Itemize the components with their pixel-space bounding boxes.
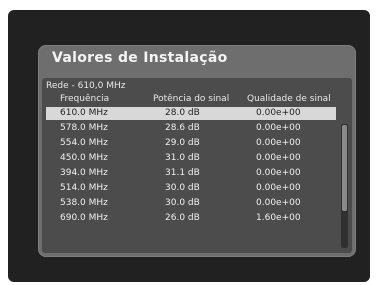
- frequency-cell: 514.0 MHz: [60, 183, 108, 193]
- frequency-cell: 538.0 MHz: [60, 198, 108, 208]
- power-cell: 29.0 dB: [165, 138, 200, 148]
- table-row[interactable]: 514.0 MHz 30.0 dB 0.00e+00: [46, 182, 336, 195]
- header-signal-power: Potência do sinal: [153, 94, 230, 104]
- power-cell: 26.0 dB: [165, 213, 200, 223]
- power-cell: 28.0 dB: [165, 108, 200, 118]
- quality-cell: 0.00e+00: [256, 108, 301, 118]
- power-cell: 31.0 dB: [165, 153, 200, 163]
- installation-values-dialog: Valores de Instalação Rede - 610,0 MHz F…: [38, 45, 356, 257]
- header-frequency: Frequência: [60, 94, 110, 104]
- table-scrollbar[interactable]: [341, 124, 348, 248]
- tv-screen: Valores de Instalação Rede - 610,0 MHz F…: [8, 10, 370, 282]
- power-cell: 30.0 dB: [165, 198, 200, 208]
- table-row[interactable]: 690.0 MHz 26.0 dB 1.60e+00: [46, 212, 336, 225]
- dialog-title: Valores de Instalação: [52, 50, 228, 66]
- quality-cell: 0.00e+00: [256, 183, 301, 193]
- table-row[interactable]: 538.0 MHz 30.0 dB 0.00e+00: [46, 197, 336, 210]
- quality-cell: 0.00e+00: [256, 138, 301, 148]
- quality-cell: 0.00e+00: [256, 153, 301, 163]
- quality-cell: 0.00e+00: [256, 168, 301, 178]
- power-cell: 30.0 dB: [165, 183, 200, 193]
- power-cell: 28.6 dB: [165, 123, 200, 133]
- frequency-cell: 578.0 MHz: [60, 123, 108, 133]
- frequency-cell: 690.0 MHz: [60, 213, 108, 223]
- frequency-cell: 610.0 MHz: [60, 108, 108, 118]
- quality-cell: 1.60e+00: [256, 213, 301, 223]
- scrollbar-thumb[interactable]: [342, 125, 347, 211]
- power-cell: 31.1 dB: [165, 168, 200, 178]
- table-row[interactable]: 554.0 MHz 29.0 dB 0.00e+00: [46, 137, 336, 150]
- table-row[interactable]: 394.0 MHz 31.1 dB 0.00e+00: [46, 167, 336, 180]
- table-row[interactable]: 578.0 MHz 28.6 dB 0.00e+00: [46, 122, 336, 135]
- frequency-cell: 394.0 MHz: [60, 168, 108, 178]
- table-row[interactable]: 450.0 MHz 31.0 dB 0.00e+00: [46, 152, 336, 165]
- frequency-cell: 554.0 MHz: [60, 138, 108, 148]
- frequency-cell: 450.0 MHz: [60, 153, 108, 163]
- signal-table-panel: Rede - 610,0 MHz Frequência Potência do …: [42, 78, 352, 253]
- network-label: Rede - 610,0 MHz: [46, 81, 126, 91]
- header-signal-quality: Qualidade de sinal: [247, 94, 331, 104]
- table-row[interactable]: 610.0 MHz 28.0 dB 0.00e+00: [46, 107, 336, 120]
- quality-cell: 0.00e+00: [256, 123, 301, 133]
- quality-cell: 0.00e+00: [256, 198, 301, 208]
